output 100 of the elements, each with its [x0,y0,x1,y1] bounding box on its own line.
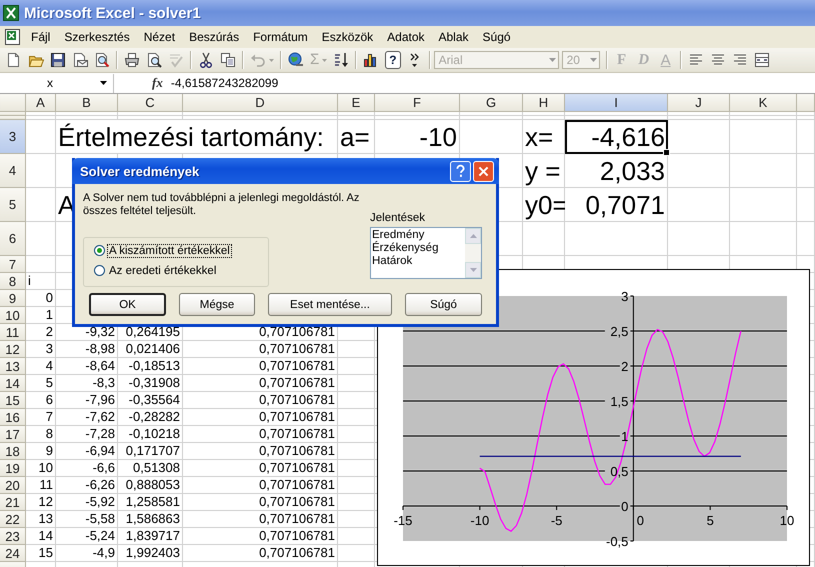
sheet-cell [26,154,56,188]
sheet-cell: -0,18513 [118,358,183,375]
row-header[interactable]: 8 [0,273,26,290]
help-icon[interactable] [450,160,471,182]
sheet-cell [668,120,730,154]
page-envelope-icon[interactable] [72,52,88,68]
column-header[interactable]: H [523,94,565,112]
sheet-cell: 0,707106781 [183,392,338,409]
sheet-cell: 9 [26,443,56,460]
radio-label[interactable]: Az eredeti értékekkel [108,264,218,276]
row-header[interactable]: 20 [0,477,26,494]
row-header[interactable]: 24 [0,545,26,562]
menu-item[interactable]: Beszúrás [182,28,246,46]
row-header[interactable]: 21 [0,494,26,511]
sheet-cell [338,375,375,392]
sheet-cell [668,154,730,188]
row-header[interactable]: 17 [0,426,26,443]
dialog-button[interactable]: Eset mentése... [268,293,392,316]
formula-field[interactable]: -4,61587243282099 [170,76,278,90]
menu-item[interactable]: Szerkesztés [57,28,137,46]
sheet-cell [338,358,375,375]
list-item[interactable]: Határok [372,255,465,268]
merge-cells-icon[interactable] [754,52,770,68]
dialog-button[interactable]: Mégse [179,293,255,316]
column-header[interactable]: I [565,94,668,112]
row-header[interactable]: 12 [0,341,26,358]
list-item[interactable]: Érzékenység [372,242,465,255]
menu-item[interactable]: Eszközök [314,28,380,46]
dialog-button[interactable]: OK [89,293,166,316]
column-header[interactable]: B [56,94,118,112]
page-magnifier-icon[interactable] [94,52,110,68]
new-file-icon[interactable] [6,52,22,68]
menu-item[interactable]: Formátum [246,28,315,46]
sheet-cell: 0,707106781 [183,409,338,426]
column-header[interactable]: E [338,94,375,112]
sheet-cell: 15 [26,545,56,562]
globe-icon[interactable] [288,52,304,68]
insert-function-button[interactable]: fx [152,75,163,91]
tick-label: 2,5 [610,324,628,339]
column-header[interactable]: A [26,94,56,112]
list-item[interactable]: Eredmény [372,229,465,242]
sheet-cell: x= [523,120,565,154]
sheet-cell [338,528,375,545]
row-header[interactable]: 3 [0,120,26,154]
row-header[interactable]: 5 [0,188,26,222]
row-header[interactable]: 15 [0,392,26,409]
row-header[interactable]: 19 [0,460,26,477]
row-header[interactable]: 22 [0,511,26,528]
menu-item[interactable]: Súgó [476,28,518,46]
column-header[interactable]: C [118,94,183,112]
row-header[interactable]: 11 [0,324,26,341]
tick-label: 2 [621,359,628,374]
menu-item[interactable]: Ablak [432,28,476,46]
close-icon[interactable] [473,160,494,182]
printer-icon[interactable] [124,52,140,68]
sheet-cell: 0,707106781 [183,494,338,511]
scissors-icon[interactable] [198,52,214,68]
sheet-cell: -8,98 [56,341,118,358]
row-header[interactable]: 13 [0,358,26,375]
column-header[interactable]: G [460,94,523,112]
row-header[interactable]: 9 [0,290,26,307]
dialog-button[interactable]: Súgó [405,293,482,316]
column-header[interactable]: D [183,94,338,112]
menu-item[interactable]: Fájl [24,28,58,46]
sheet-cell: 8 [26,426,56,443]
row-header[interactable]: 6 [0,222,26,256]
column-header[interactable]: K [730,94,797,112]
sheet-cell: -7,28 [56,426,118,443]
row-header[interactable]: 18 [0,443,26,460]
print-preview-icon[interactable] [146,52,162,68]
report-listbox[interactable]: Eredmény Érzékenység Határok [370,227,482,279]
caret-icon[interactable] [100,81,107,85]
list-label: Jelentések [370,212,426,224]
tick-label: 5 [706,513,714,528]
radio-label[interactable]: A kiszámított értékekkel [108,244,231,256]
tick-label: 1,5 [610,394,628,409]
sheet-cell [730,120,797,154]
sheet-cell [338,392,375,409]
sheet-cell: 0,707106781 [183,426,338,443]
dialog-title: Solver eredmények [80,164,200,178]
menu-item[interactable]: Nézet [136,28,182,46]
sheet-cell: 1 [26,307,56,324]
copy-icon[interactable] [220,52,236,68]
radio-button[interactable] [94,245,105,256]
radio-button[interactable] [94,265,105,276]
row-header[interactable]: 23 [0,528,26,545]
row-header[interactable]: 4 [0,154,26,188]
sheet-cell: -6,6 [56,460,118,477]
row-header[interactable]: 14 [0,375,26,392]
tick-label: -10 [470,513,490,528]
column-header[interactable]: F [375,94,460,112]
row-header[interactable]: 16 [0,409,26,426]
row-header[interactable]: 7 [0,256,26,273]
sheet-cell: 0,7071 [565,188,668,222]
row-header[interactable]: 10 [0,307,26,324]
sort-icon[interactable] [333,52,350,68]
sheet-cell: 3 [26,341,56,358]
help-button[interactable]: ? [385,51,401,69]
column-header[interactable]: J [668,94,730,112]
menu-item[interactable]: Adatok [380,28,432,46]
